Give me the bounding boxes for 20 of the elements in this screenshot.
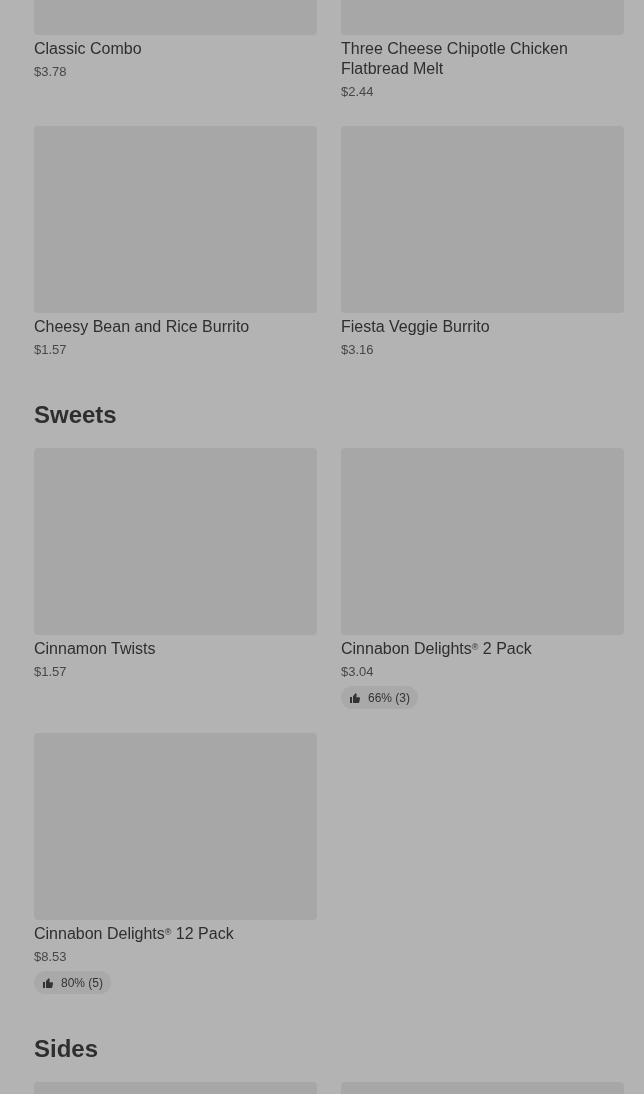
item-price: $3.78	[34, 63, 68, 81]
thumbs-up-icon	[42, 976, 54, 989]
item-price: $3.16	[341, 341, 375, 359]
item-price: $3.04	[341, 663, 375, 681]
thumbs-up-icon	[349, 691, 361, 704]
item-name: Three Cheese Chipotle Chicken Flatbread Melt	[341, 39, 569, 79]
section-heading: Sweets	[34, 400, 118, 430]
item-name: Cinnabon Delights$^{®}$ 12 Pack	[34, 924, 235, 944]
item-name: Cinnamon Twists	[34, 639, 157, 659]
item-name: Fiesta Veggie Burrito	[341, 317, 491, 337]
item-price: $8.53	[34, 948, 68, 966]
item-price: $1.57	[34, 341, 68, 359]
section-heading: Sides	[34, 1034, 100, 1064]
rating-text: 80% (5)	[61, 974, 104, 992]
rating-text: 66% (3)	[368, 689, 411, 707]
item-name: Classic Combo	[34, 39, 143, 59]
item-price: $1.57	[34, 663, 68, 681]
item-name: Cinnabon Delights$^{®}$ 2 Pack	[341, 639, 533, 659]
item-name: Cheesy Bean and Rice Burrito	[34, 317, 251, 337]
item-price: $2.44	[341, 83, 375, 101]
